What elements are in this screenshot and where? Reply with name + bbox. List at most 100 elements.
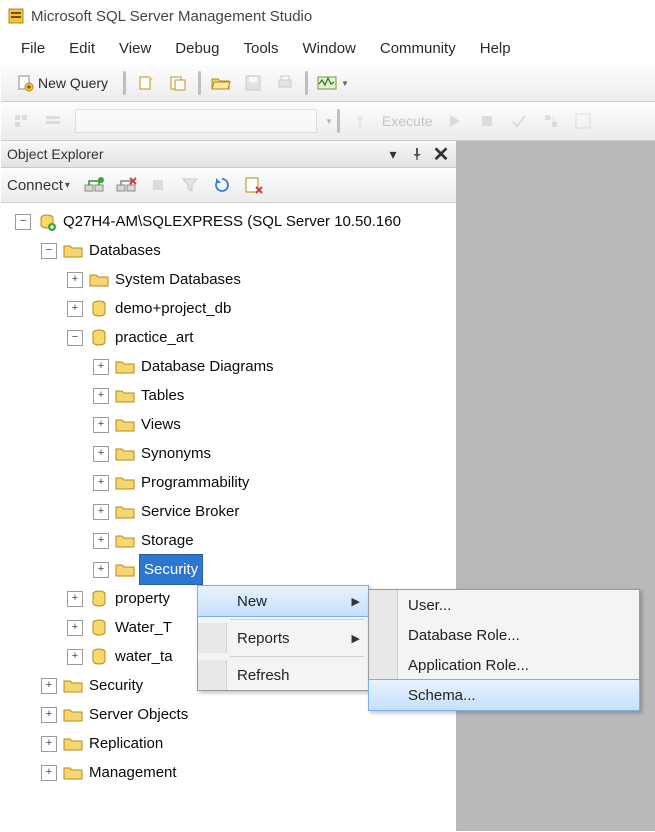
expand-icon[interactable]: + bbox=[67, 591, 83, 607]
menu-file[interactable]: File bbox=[9, 36, 57, 61]
context-label: Reports bbox=[237, 630, 290, 647]
expand-icon[interactable]: + bbox=[41, 765, 57, 781]
refresh-icon[interactable] bbox=[210, 172, 234, 198]
tree-node-tables[interactable]: +Tables bbox=[5, 381, 456, 410]
tree-node-server[interactable]: −Q27H4-AM\SQLEXPRESS (SQL Server 10.50.1… bbox=[5, 207, 456, 236]
menu-window[interactable]: Window bbox=[291, 36, 368, 61]
separator bbox=[337, 109, 340, 133]
expand-icon[interactable]: + bbox=[93, 417, 109, 433]
menu-help[interactable]: Help bbox=[468, 36, 523, 61]
expand-icon[interactable]: + bbox=[41, 736, 57, 752]
stop-button[interactable] bbox=[475, 108, 499, 134]
menu-community[interactable]: Community bbox=[368, 36, 468, 61]
filter-icon[interactable] bbox=[178, 172, 202, 198]
expand-icon[interactable]: + bbox=[93, 359, 109, 375]
context-item-refresh[interactable]: Refresh bbox=[198, 660, 368, 690]
window-position-icon[interactable]: ▾ bbox=[384, 145, 402, 163]
submenu-item-database-role[interactable]: Database Role... bbox=[369, 620, 639, 650]
tree-node-programmability[interactable]: +Programmability bbox=[5, 468, 456, 497]
collapse-icon[interactable]: − bbox=[41, 243, 57, 259]
object-explorer-tree[interactable]: −Q27H4-AM\SQLEXPRESS (SQL Server 10.50.1… bbox=[1, 203, 456, 832]
tree-node-diagrams[interactable]: + Database Diagrams bbox=[5, 352, 456, 381]
tree-node-system-databases[interactable]: +System Databases bbox=[5, 265, 456, 294]
folder-icon bbox=[115, 474, 135, 492]
connect-button[interactable]: Connect bbox=[7, 177, 70, 194]
parse-button[interactable] bbox=[507, 108, 531, 134]
expand-icon[interactable]: + bbox=[93, 475, 109, 491]
expand-icon[interactable]: + bbox=[67, 649, 83, 665]
open-button[interactable] bbox=[209, 70, 233, 96]
context-label: New bbox=[237, 593, 267, 610]
new-query-label: New Query bbox=[38, 75, 108, 91]
context-label: Database Role... bbox=[408, 627, 520, 644]
tree-label: Storage bbox=[139, 526, 196, 555]
sql-btn-1[interactable] bbox=[9, 108, 33, 134]
context-item-reports[interactable]: Reports▶ bbox=[198, 623, 368, 653]
object-explorer-title: Object Explorer bbox=[7, 146, 103, 162]
tree-label: Database Diagrams bbox=[139, 352, 276, 381]
stop-icon[interactable] bbox=[146, 172, 170, 198]
toolbar-sql: ▼ Execute bbox=[1, 102, 655, 141]
tree-node-synonyms[interactable]: +Synonyms bbox=[5, 439, 456, 468]
tree-label: Service Broker bbox=[139, 497, 241, 526]
expand-icon[interactable]: + bbox=[93, 446, 109, 462]
sql-btn-2[interactable] bbox=[41, 108, 65, 134]
tree-node-storage[interactable]: + Storage bbox=[5, 526, 456, 555]
tree-node-views[interactable]: +Views bbox=[5, 410, 456, 439]
toolbar-btn-2[interactable] bbox=[166, 70, 190, 96]
expand-icon[interactable]: + bbox=[67, 301, 83, 317]
expand-icon[interactable]: + bbox=[41, 707, 57, 723]
script-icon[interactable] bbox=[242, 172, 266, 198]
database-icon bbox=[89, 329, 109, 347]
expand-icon[interactable]: + bbox=[93, 533, 109, 549]
tree-node-databases[interactable]: −Databases bbox=[5, 236, 456, 265]
pin-icon[interactable] bbox=[408, 145, 426, 163]
activity-monitor-button[interactable]: ▼ bbox=[316, 70, 350, 96]
collapse-icon[interactable]: − bbox=[67, 330, 83, 346]
database-icon bbox=[89, 619, 109, 637]
menu-divider bbox=[230, 656, 364, 657]
menu-view[interactable]: View bbox=[107, 36, 163, 61]
menu-tools[interactable]: Tools bbox=[231, 36, 290, 61]
expand-icon[interactable]: + bbox=[67, 620, 83, 636]
connect-server-icon[interactable] bbox=[82, 172, 106, 198]
sql-btn-4[interactable] bbox=[571, 108, 595, 134]
folder-icon bbox=[115, 532, 135, 550]
menu-edit[interactable]: Edit bbox=[57, 36, 107, 61]
expand-icon[interactable]: + bbox=[67, 272, 83, 288]
save-button[interactable] bbox=[241, 70, 265, 96]
submenu-item-user[interactable]: User... bbox=[369, 590, 639, 620]
tree-node-service-broker[interactable]: + Service Broker bbox=[5, 497, 456, 526]
print-button[interactable] bbox=[273, 70, 297, 96]
database-select[interactable] bbox=[75, 109, 317, 133]
tree-label-selected: Security bbox=[139, 554, 203, 585]
sql-btn-3[interactable] bbox=[539, 108, 563, 134]
folder-icon bbox=[115, 561, 135, 579]
tree-label: Server Objects bbox=[87, 700, 190, 729]
submenu-item-application-role[interactable]: Application Role... bbox=[369, 650, 639, 680]
disconnect-server-icon[interactable] bbox=[114, 172, 138, 198]
title-bar: Microsoft SQL Server Management Studio bbox=[1, 1, 655, 31]
menu-debug[interactable]: Debug bbox=[163, 36, 231, 61]
play-button[interactable] bbox=[443, 108, 467, 134]
submenu-item-schema[interactable]: Schema... bbox=[368, 679, 640, 711]
tree-node-practice-art[interactable]: −practice_art bbox=[5, 323, 456, 352]
expand-icon[interactable]: + bbox=[41, 678, 57, 694]
tree-node-management[interactable]: +Management bbox=[5, 758, 456, 787]
tree-node-replication[interactable]: +Replication bbox=[5, 729, 456, 758]
context-item-new[interactable]: New▶ bbox=[197, 585, 369, 617]
tree-label: property bbox=[113, 584, 172, 613]
toolbar-btn-1[interactable] bbox=[134, 70, 158, 96]
new-query-button[interactable]: New Query bbox=[9, 70, 115, 96]
collapse-icon[interactable]: − bbox=[15, 214, 31, 230]
execute-button[interactable]: Execute bbox=[376, 113, 439, 129]
expand-icon[interactable]: + bbox=[93, 388, 109, 404]
app-title: Microsoft SQL Server Management Studio bbox=[31, 8, 312, 25]
expand-icon[interactable]: + bbox=[93, 504, 109, 520]
dropdown-arrow-icon: ▼ bbox=[325, 117, 333, 126]
close-icon[interactable]: ✕ bbox=[432, 145, 450, 163]
expand-icon[interactable]: + bbox=[93, 562, 109, 578]
folder-icon bbox=[63, 735, 83, 753]
tree-node-security[interactable]: + Security bbox=[5, 555, 456, 584]
tree-node-demo-db[interactable]: +demo+project_db bbox=[5, 294, 456, 323]
